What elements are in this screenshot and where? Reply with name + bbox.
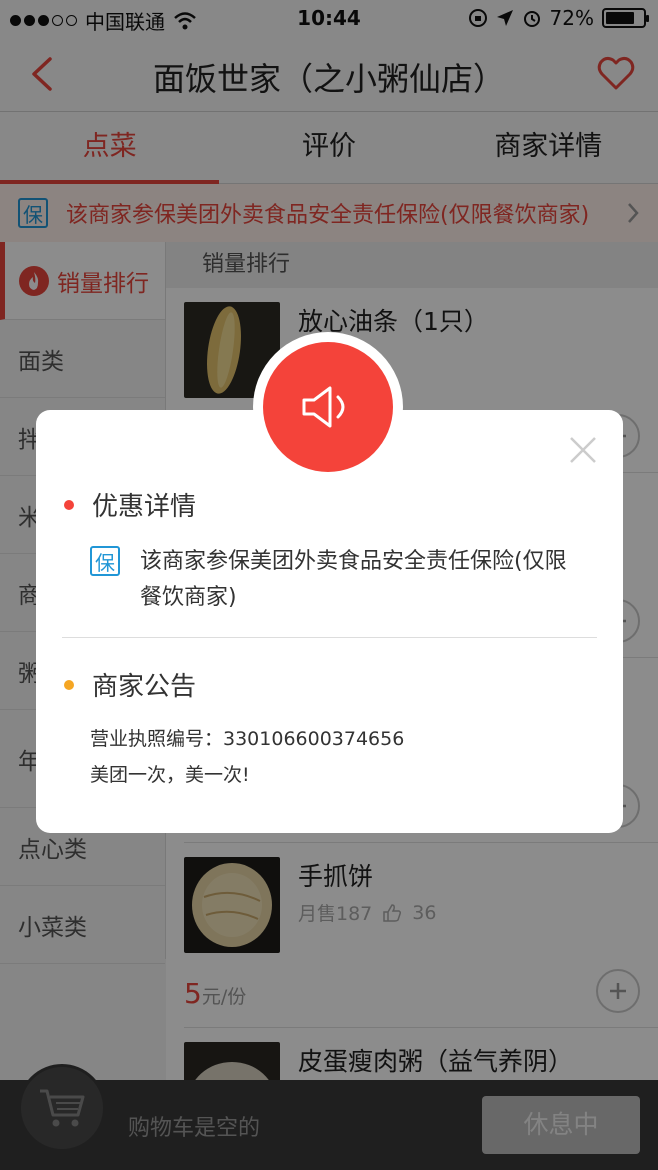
promo-section-title: 优惠详情 xyxy=(64,486,196,523)
close-icon[interactable] xyxy=(569,436,597,464)
announcement-slogan: 美团一次，美一次! xyxy=(90,764,250,786)
promo-text: 该商家参保美团外卖食品安全责任保险(仅限餐饮商家) xyxy=(140,549,567,610)
promo-title: 优惠详情 xyxy=(92,492,197,522)
announce-title: 商家公告 xyxy=(92,672,197,702)
speaker-badge xyxy=(253,332,403,482)
promo-dot xyxy=(64,499,74,510)
speaker-icon xyxy=(302,386,345,428)
business-license-number: 营业执照编号：330106600374656 xyxy=(90,728,405,750)
announce-section-title: 商家公告 xyxy=(64,666,196,703)
speaker-circle xyxy=(263,342,393,472)
announce-dot xyxy=(64,679,74,690)
divider xyxy=(62,637,597,638)
insurance-badge: 保 xyxy=(90,546,120,576)
